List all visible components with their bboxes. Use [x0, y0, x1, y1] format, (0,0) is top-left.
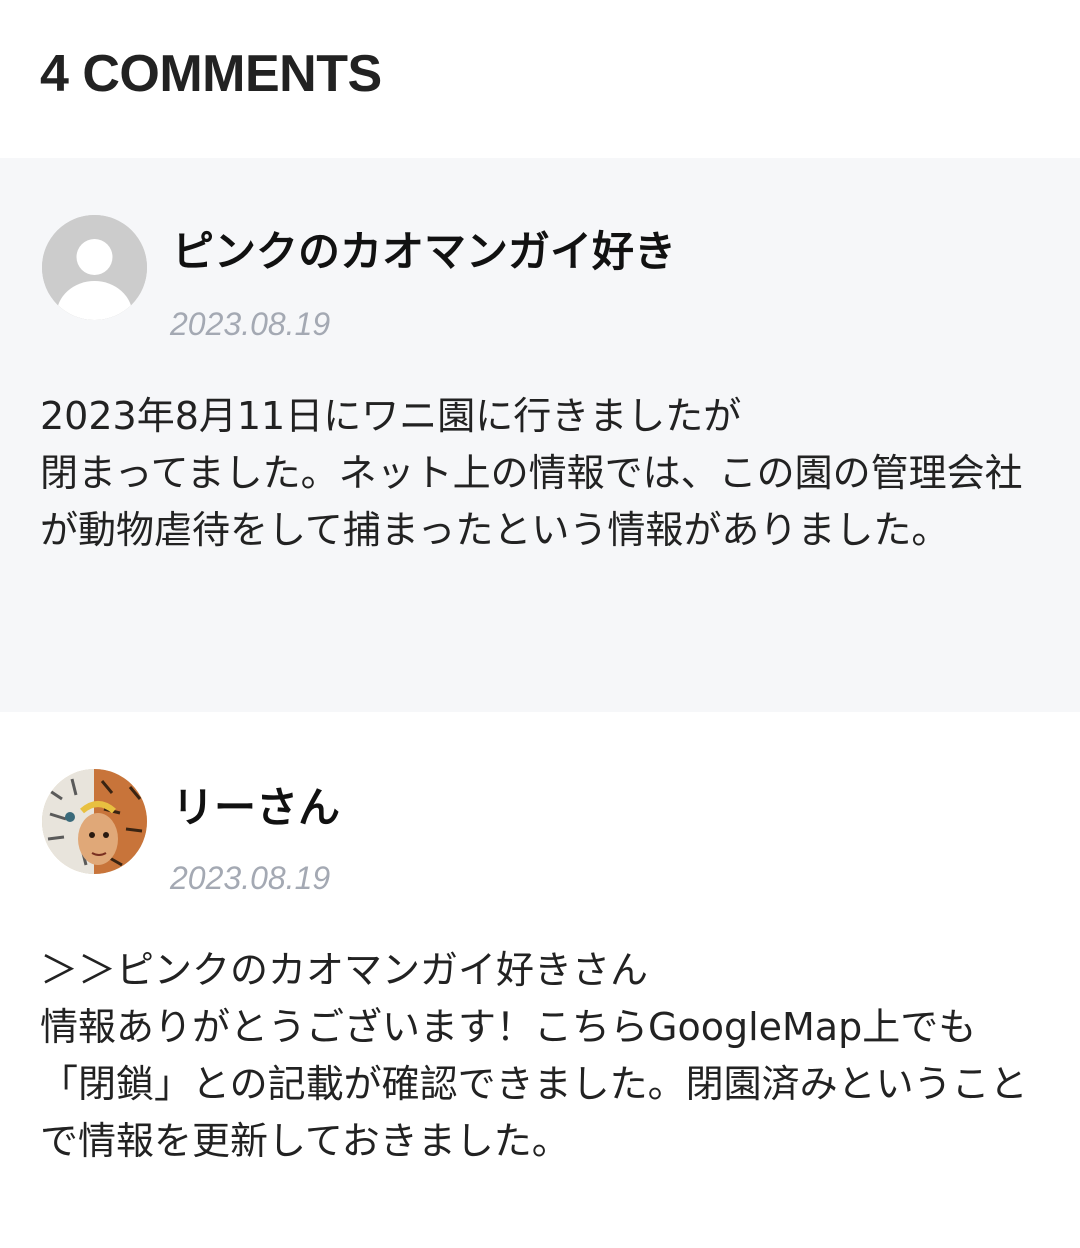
comment-body: 2023年8月11日にワニ園に行きましたが 閉まってました。ネット上の情報では、… [40, 388, 1050, 559]
comment-author[interactable]: リーさん [172, 782, 340, 834]
comment-body: ＞＞ピンクのカオマンガイ好きさん 情報ありがとうございます！こちらGoogleM… [40, 942, 1050, 1170]
comments-count-heading: 4 COMMENTS [40, 45, 382, 103]
default-user-avatar-icon [42, 215, 147, 320]
comment-body-line: 閉まってました。ネット上の情報では、この園の管理会社が動物虐待をして捕まったとい… [40, 451, 1023, 552]
comment-item: ピンクのカオマンガイ好き 2023.08.19 2023年8月11日にワニ園に行… [0, 158, 1080, 712]
comment-item: リーさん 2023.08.19 ＞＞ピンクのカオマンガイ好きさん 情報ありがとう… [0, 712, 1080, 1248]
comment-date: 2023.08.19 [170, 860, 331, 896]
comment-author[interactable]: ピンクのカオマンガイ好き [172, 226, 676, 278]
comment-date: 2023.08.19 [170, 306, 331, 342]
comment-body-line: 情報ありがとうございます！こちらGoogleMap上でも「閉鎖」との記載が確認で… [40, 1005, 1028, 1163]
comment-body-line: ＞＞ピンクのカオマンガイ好きさん [40, 948, 649, 992]
comment-body-line: 2023年8月11日にワニ園に行きましたが [40, 394, 742, 438]
comments-section: 4 COMMENTS ピンクのカオマンガイ好き 2023.08.19 2023年… [0, 0, 1080, 1248]
illustrated-tiger-face-avatar-icon [42, 769, 147, 874]
